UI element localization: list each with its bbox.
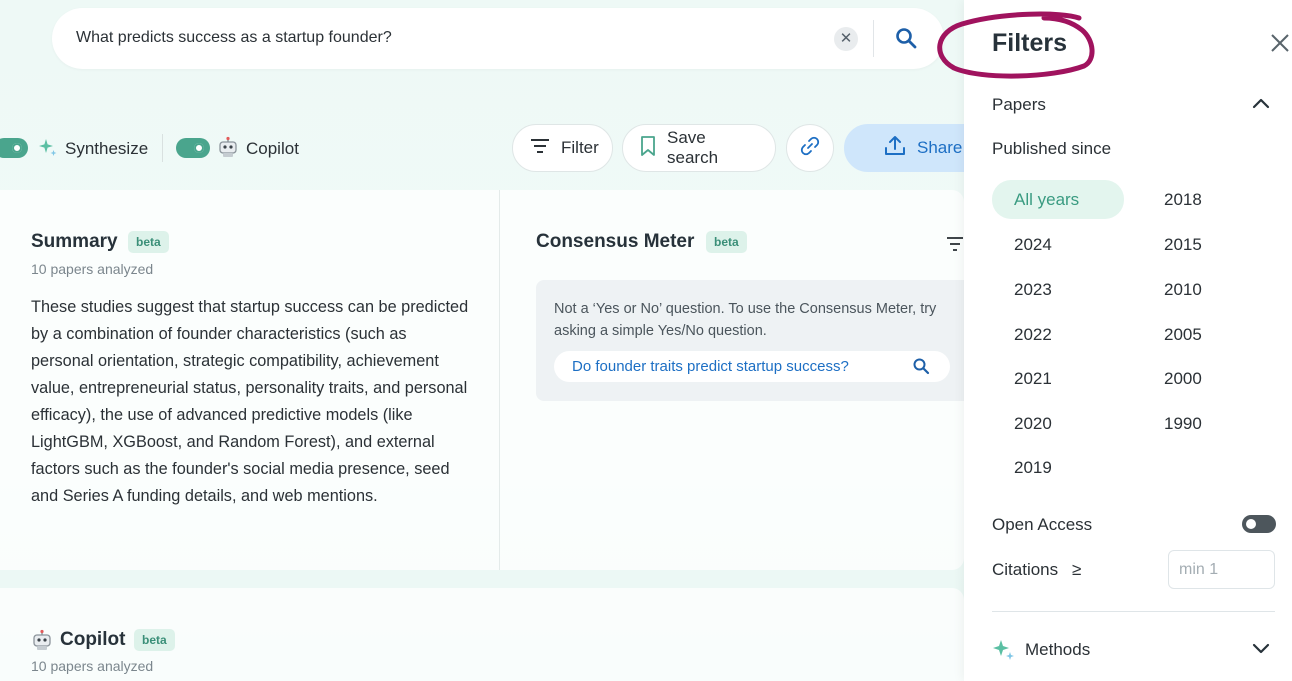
save-search-label: Save search xyxy=(667,128,719,167)
open-access-label: Open Access xyxy=(992,515,1093,534)
year-option[interactable]: 2021 xyxy=(1014,369,1052,389)
search-divider xyxy=(873,20,874,57)
year-option[interactable]: 1990 xyxy=(1164,414,1202,434)
summary-text: These studies suggest that startup succe… xyxy=(31,298,469,505)
panel-divider xyxy=(992,611,1275,612)
card-divider xyxy=(499,190,500,570)
search-icon xyxy=(912,357,930,380)
chevron-up-icon[interactable] xyxy=(1252,96,1270,115)
consensus-meter-title: Consensus Meter xyxy=(536,231,695,252)
synthesize-toggle[interactable] xyxy=(0,138,28,158)
consensus-meter-note: Not a ‘Yes or No’ question. To use the C… xyxy=(554,301,937,339)
bookmark-icon xyxy=(639,135,657,162)
chevron-down-icon[interactable] xyxy=(1252,642,1270,661)
year-option[interactable]: 2000 xyxy=(1164,369,1202,389)
year-option[interactable]: 2019 xyxy=(1014,458,1052,478)
year-option[interactable]: 2022 xyxy=(1014,325,1052,345)
link-icon xyxy=(799,135,821,162)
copilot-papers-analyzed: 10 papers analyzed xyxy=(31,658,154,674)
robot-icon xyxy=(31,629,53,656)
filter-button[interactable]: Filter xyxy=(512,124,613,172)
robot-icon xyxy=(217,136,239,163)
citations-min-input[interactable]: min 1 xyxy=(1168,550,1275,589)
year-option[interactable]: 2023 xyxy=(1014,280,1052,300)
sparkle-icon xyxy=(992,638,1016,667)
copy-link-button[interactable] xyxy=(786,124,834,172)
close-icon[interactable] xyxy=(1269,32,1291,54)
copilot-toggle[interactable] xyxy=(176,138,210,158)
share-label: Share xyxy=(917,138,963,157)
year-option[interactable]: 2024 xyxy=(1014,235,1052,255)
year-option[interactable]: 2010 xyxy=(1164,280,1202,300)
year-option[interactable]: 2015 xyxy=(1164,235,1202,255)
upload-icon xyxy=(883,134,907,163)
methods-section-label[interactable]: Methods xyxy=(1025,640,1090,660)
search-bar[interactable]: What predicts success as a startup found… xyxy=(52,8,944,69)
year-option-all[interactable]: All years xyxy=(992,180,1124,219)
summary-title: Summary xyxy=(31,231,118,252)
citations-placeholder: min 1 xyxy=(1179,561,1219,578)
year-option[interactable]: 2005 xyxy=(1164,325,1202,345)
summary-papers-analyzed: 10 papers analyzed xyxy=(31,261,154,277)
citations-label: Citations xyxy=(992,560,1059,579)
copilot-beta-badge: beta xyxy=(134,629,175,651)
filter-lines-icon xyxy=(529,137,551,160)
open-access-toggle[interactable] xyxy=(1242,515,1276,533)
sparkle-icon xyxy=(38,138,58,163)
toolbar-divider xyxy=(162,134,163,162)
copilot-title: Copilot xyxy=(60,629,126,650)
clear-icon[interactable]: ✕ xyxy=(834,27,858,51)
published-since-label: Published since xyxy=(992,139,1112,158)
suggested-question-button[interactable]: Do founder traits predict startup succes… xyxy=(554,351,950,382)
filter-label: Filter xyxy=(561,138,599,157)
save-search-button[interactable]: Save search xyxy=(622,124,776,172)
summary-beta-badge: beta xyxy=(128,231,169,253)
year-option[interactable]: 2020 xyxy=(1014,414,1052,434)
filters-panel: Filters Papers Published since All years… xyxy=(964,0,1292,681)
annotation-circle xyxy=(937,11,1095,79)
copilot-label: Copilot xyxy=(246,139,299,158)
consensus-beta-badge: beta xyxy=(706,231,747,253)
synthesize-label: Synthesize xyxy=(65,139,149,158)
papers-section-label[interactable]: Papers xyxy=(992,95,1046,115)
search-icon[interactable] xyxy=(894,26,918,50)
meter-options-icon[interactable] xyxy=(946,236,964,257)
year-option[interactable]: 2018 xyxy=(1164,190,1202,210)
consensus-meter-box: Not a ‘Yes or No’ question. To use the C… xyxy=(536,280,964,401)
search-input[interactable]: What predicts success as a startup found… xyxy=(76,29,392,47)
suggested-question-text: Do founder traits predict startup succes… xyxy=(572,358,849,375)
citations-operator: ≥ xyxy=(1072,560,1082,579)
